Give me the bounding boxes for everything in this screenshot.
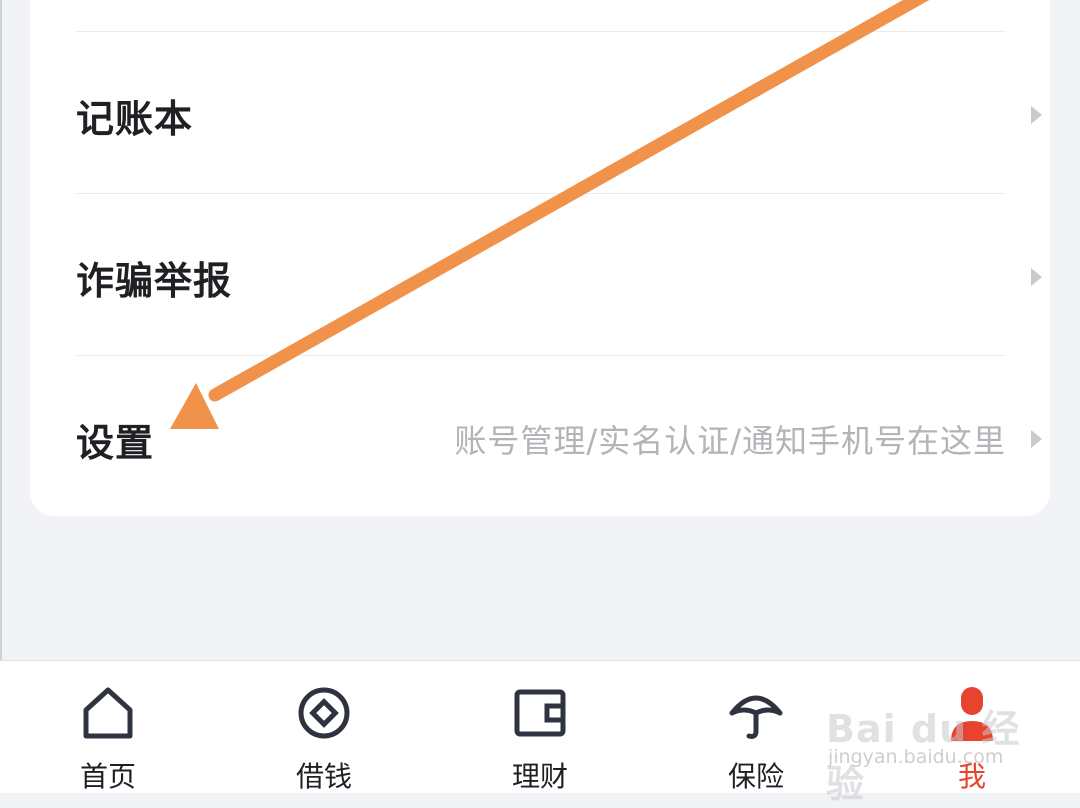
menu-item-hint: 账号管理/实名认证/通知手机号在这里 [454, 422, 1006, 460]
menu-item-settings[interactable]: 设置 账号管理/实名认证/通知手机号在这里 [76, 359, 1042, 519]
menu-item-label: 设置 [76, 420, 155, 465]
menu-item-label: 记账本 [76, 96, 194, 141]
tab-label: 理财 [511, 760, 568, 793]
divider [76, 355, 1006, 356]
home-icon [83, 687, 133, 739]
tab-me[interactable]: 我 [864, 661, 1080, 793]
chevron-right-icon [1031, 106, 1042, 124]
menu-item-fraud-report[interactable]: 诈骗举报 [76, 197, 1042, 357]
chevron-right-icon [1031, 430, 1042, 448]
tab-borrow[interactable]: 借钱 [216, 661, 432, 793]
chevron-right-icon [1031, 268, 1042, 286]
divider [76, 193, 1006, 194]
wallet-icon [514, 689, 566, 737]
coin-icon [298, 687, 350, 739]
bottom-tab-bar: 首页 借钱 理财 保险 我 [0, 660, 1080, 793]
tab-home[interactable]: 首页 [0, 661, 216, 793]
tab-label: 我 [957, 760, 986, 793]
screen-edge [0, 0, 2, 660]
menu-item-ledger[interactable]: 记账本 [76, 35, 1042, 195]
tab-label: 首页 [79, 760, 136, 793]
tab-label: 借钱 [295, 760, 352, 793]
menu-card: 记账本 诈骗举报 设置 账号管理/实名认证/通知手机号在这里 [30, 0, 1050, 516]
divider [76, 31, 1006, 32]
tab-wealth[interactable]: 理财 [432, 661, 648, 793]
menu-item-label: 诈骗举报 [76, 258, 233, 303]
tab-insurance[interactable]: 保险 [648, 661, 864, 793]
tab-label: 保险 [727, 760, 784, 793]
umbrella-icon [729, 695, 783, 739]
person-icon [951, 687, 993, 741]
